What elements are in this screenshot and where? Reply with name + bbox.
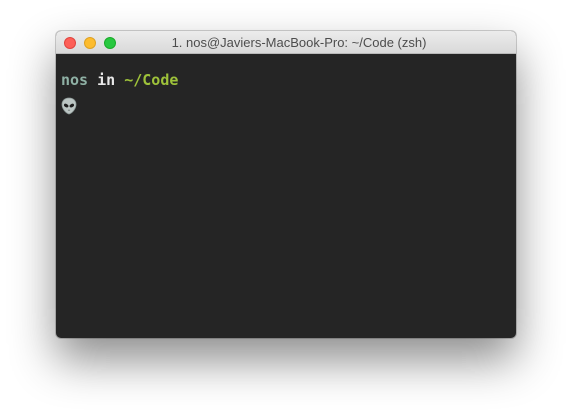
prompt-input-line [61,93,516,119]
prompt-user: nos [61,71,89,89]
alien-icon [61,97,77,115]
prompt-line: nos in ~/Code [61,67,516,93]
prompt-path: ~/Code [124,71,179,89]
terminal-output[interactable]: nos in ~/Code [56,54,516,338]
title-bar[interactable]: 1. nos@Javiers-MacBook-Pro: ~/Code (zsh) [56,31,516,54]
terminal-window: 1. nos@Javiers-MacBook-Pro: ~/Code (zsh)… [56,31,516,338]
window-title: 1. nos@Javiers-MacBook-Pro: ~/Code (zsh) [171,35,427,50]
prompt-in: in [97,71,116,89]
